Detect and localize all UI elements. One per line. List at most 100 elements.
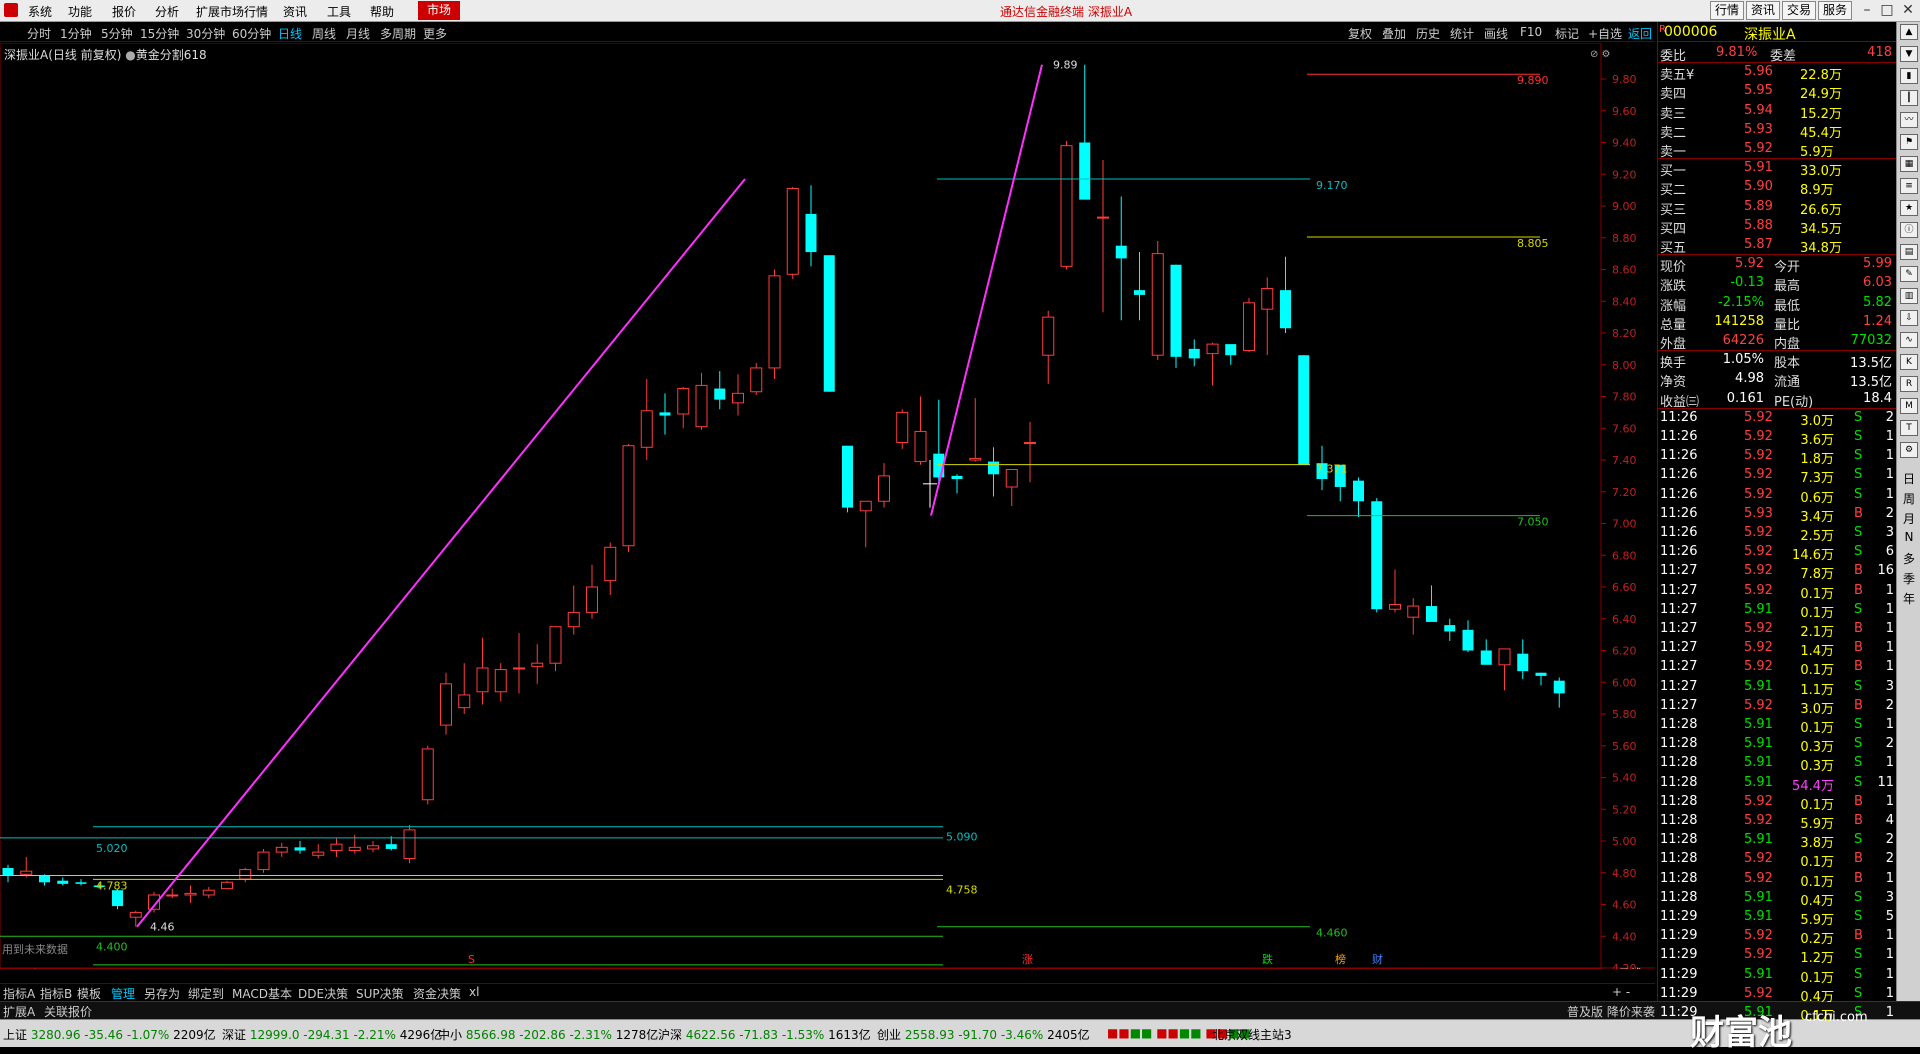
tick-direction: B: [1854, 928, 1863, 943]
tool-draw[interactable]: 画线: [1484, 25, 1508, 42]
menu-function[interactable]: 功能: [68, 3, 92, 20]
tab-save-as[interactable]: 另存为: [144, 985, 180, 1002]
side-list-icon[interactable]: ≡: [1900, 178, 1918, 194]
minimize-icon[interactable]: –: [1856, 1, 1878, 20]
tab-dde[interactable]: DDE决策: [298, 985, 348, 1002]
related-quote-button[interactable]: 关联报价: [44, 1003, 92, 1020]
period-fenshi[interactable]: 分时: [27, 25, 51, 42]
tab-template[interactable]: 模板: [77, 985, 101, 1002]
side-tbl-icon[interactable]: ▥: [1900, 288, 1918, 304]
ticker-sz[interactable]: 深证 12999.0 -294.31 -2.21% 4296亿: [222, 1026, 442, 1043]
tool-fuquan[interactable]: 复权: [1348, 25, 1372, 42]
side-bar-icon[interactable]: ▮: [1900, 68, 1918, 84]
tick-direction: S: [1854, 717, 1862, 732]
period-weekly[interactable]: 周线: [312, 25, 336, 42]
menu-quote[interactable]: 报价: [112, 3, 136, 20]
side-grid-icon[interactable]: ▦: [1900, 156, 1918, 172]
side-star-icon[interactable]: ★: [1900, 200, 1918, 216]
side-rs-icon[interactable]: R: [1900, 376, 1918, 392]
tab-indicator-a[interactable]: 指标A: [3, 985, 35, 1002]
period-5min[interactable]: 5分钟: [101, 25, 133, 42]
tab-sup[interactable]: SUP决策: [356, 985, 404, 1002]
period-60min[interactable]: 60分钟: [232, 25, 271, 42]
side-period-4[interactable]: 多: [1901, 550, 1917, 567]
top-btn-news[interactable]: 资讯: [1746, 1, 1780, 20]
ticker-cy[interactable]: 创业 2558.93 -91.70 -3.46% 2405亿: [877, 1026, 1090, 1043]
side-cal-icon[interactable]: ▤: [1900, 244, 1918, 260]
tool-history[interactable]: 历史: [1416, 25, 1440, 42]
menu-analysis[interactable]: 分析: [155, 3, 179, 20]
server-label[interactable]: 北京双线主站3: [1212, 1026, 1292, 1043]
y-tick-label: 4.60: [1612, 899, 1637, 912]
ext-a-button[interactable]: 扩展A: [3, 1003, 35, 1020]
period-1min[interactable]: 1分钟: [60, 25, 92, 42]
candle-body: [532, 663, 543, 666]
ticker-sh[interactable]: 上证 3280.96 -35.46 -1.07% 2209亿: [3, 1026, 216, 1043]
tool-f10[interactable]: F10: [1520, 25, 1542, 39]
stat-label: PE(动): [1774, 391, 1813, 410]
candle-body: [1499, 649, 1510, 665]
side-period-1[interactable]: 周: [1901, 490, 1917, 507]
candle-body: [1517, 654, 1528, 671]
side-set-icon[interactable]: ⚙: [1900, 442, 1918, 458]
top-btn-quote[interactable]: 行情: [1710, 1, 1744, 20]
side-period-3[interactable]: N: [1901, 530, 1917, 544]
side-up-icon[interactable]: ▲: [1900, 24, 1918, 40]
top-btn-service[interactable]: 服务: [1818, 1, 1852, 20]
side-pen-icon[interactable]: ✎: [1900, 266, 1918, 282]
stat2-row: 收益㈢0.161PE(动)18.4: [1658, 390, 1896, 409]
tick-row: 11:295.910.1万S1: [1658, 966, 1896, 985]
menu-news[interactable]: 资讯: [283, 3, 307, 20]
candlestick-chart[interactable]: 9.809.609.409.209.008.808.608.408.208.00…: [0, 43, 1655, 969]
menu-tools[interactable]: 工具: [327, 3, 351, 20]
tick-price: 5.92: [1744, 986, 1773, 1001]
side-dd-icon[interactable]: ⇩: [1900, 310, 1918, 326]
tab-manage[interactable]: 管理: [111, 985, 135, 1002]
side-period-5[interactable]: 季: [1901, 570, 1917, 587]
market-button[interactable]: 市场: [418, 1, 460, 20]
side-kline-icon[interactable]: ┃: [1900, 90, 1918, 106]
top-btn-trade[interactable]: 交易: [1782, 1, 1816, 20]
side-period-0[interactable]: 日: [1901, 470, 1917, 487]
tool-overlay[interactable]: 叠加: [1382, 25, 1406, 42]
menu-system[interactable]: 系统: [28, 3, 52, 20]
tool-mark[interactable]: 标记: [1555, 25, 1579, 42]
side-tr-icon[interactable]: T: [1900, 420, 1918, 436]
tool-stats[interactable]: 统计: [1450, 25, 1474, 42]
tool-add-watch[interactable]: +自选: [1588, 25, 1622, 42]
side-period-2[interactable]: 月: [1901, 510, 1917, 527]
stat-label: 内盘: [1774, 333, 1800, 352]
menu-help[interactable]: 帮助: [370, 3, 394, 20]
zoom-controls[interactable]: + -: [1612, 985, 1630, 999]
side-kd-icon[interactable]: K: [1900, 354, 1918, 370]
side-chart-icon[interactable]: 〰: [1900, 112, 1918, 128]
period-monthly[interactable]: 月线: [346, 25, 370, 42]
maximize-icon[interactable]: □: [1876, 1, 1898, 20]
ticker-zx[interactable]: 中小 8566.98 -202.86 -2.31% 1278亿: [438, 1026, 658, 1043]
tab-bind[interactable]: 绑定到: [188, 985, 224, 1002]
tick-count: 1: [1886, 967, 1894, 982]
period-15min[interactable]: 15分钟: [140, 25, 179, 42]
tool-return[interactable]: 返回: [1628, 25, 1652, 42]
tick-volume: 2.5万: [1800, 525, 1834, 544]
tab-fund[interactable]: 资金决策: [413, 985, 461, 1002]
close-icon[interactable]: ✕: [1897, 1, 1919, 20]
period-daily[interactable]: 日线: [278, 25, 302, 42]
side-flag-icon[interactable]: ⚑: [1900, 134, 1918, 150]
tick-time: 11:26: [1660, 467, 1697, 482]
period-30min[interactable]: 30分钟: [186, 25, 225, 42]
tab-indicator-b[interactable]: 指标B: [40, 985, 72, 1002]
ticker-hs[interactable]: 沪深 4622.56 -71.83 -1.53% 1613亿: [658, 1026, 871, 1043]
side-dn-icon[interactable]: ▼: [1900, 46, 1918, 62]
tick-row: 11:295.921.2万S1: [1658, 946, 1896, 965]
tab-xl[interactable]: xl: [469, 985, 479, 999]
side-info-icon[interactable]: ⓘ: [1900, 222, 1918, 238]
menu-ext-market[interactable]: 扩展市场行情: [196, 3, 268, 20]
side-mv-icon[interactable]: M: [1900, 398, 1918, 414]
tab-macd[interactable]: MACD基本: [232, 985, 292, 1002]
period-more[interactable]: 更多: [423, 25, 447, 42]
side-ma-icon[interactable]: ∿: [1900, 332, 1918, 348]
period-multi[interactable]: 多周期: [380, 25, 416, 42]
promo-link[interactable]: 普及版 降价来袭: [1567, 1003, 1655, 1020]
side-period-6[interactable]: 年: [1901, 590, 1917, 607]
